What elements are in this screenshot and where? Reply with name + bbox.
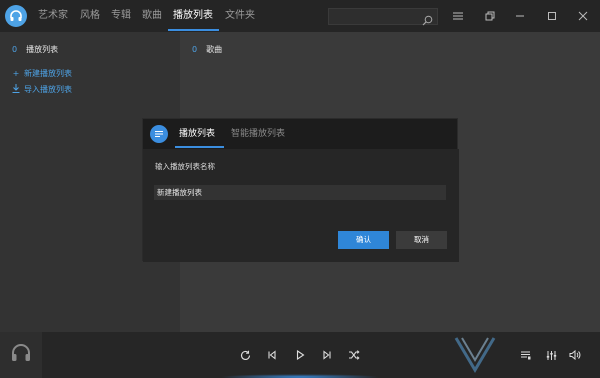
- songs-header: 0 歌曲: [192, 44, 222, 55]
- tab-folders[interactable]: 文件夹: [225, 0, 255, 32]
- queue-icon[interactable]: [517, 347, 533, 363]
- previous-icon[interactable]: [264, 347, 280, 363]
- app-logo-headphones-icon[interactable]: [5, 5, 27, 27]
- dialog-active-tab-indicator: [175, 146, 224, 148]
- songs-header-label: 歌曲: [206, 45, 223, 54]
- close-icon[interactable]: [575, 8, 591, 24]
- search-icon[interactable]: [422, 11, 433, 30]
- dialog-body: 输入播放列表名称 确认 取消: [143, 149, 459, 262]
- equalizer-icon[interactable]: [543, 347, 559, 363]
- playback-glow: [220, 374, 380, 378]
- watermark-logo: [454, 337, 496, 373]
- tab-genres[interactable]: 风格: [80, 0, 100, 32]
- new-playlist-button[interactable]: + 新建播放列表: [11, 68, 72, 79]
- minimize-icon[interactable]: [512, 8, 528, 24]
- active-tab-indicator: [168, 29, 219, 31]
- album-cover-placeholder: [0, 332, 42, 378]
- playlist-count: 0: [12, 45, 18, 54]
- next-icon[interactable]: [319, 347, 335, 363]
- tab-albums[interactable]: 专辑: [111, 0, 131, 32]
- hamburger-icon[interactable]: [450, 8, 466, 24]
- tab-artists[interactable]: 艺术家: [38, 0, 68, 32]
- confirm-button[interactable]: 确认: [338, 231, 389, 249]
- headphones-icon: [10, 342, 32, 368]
- playlist-header: 0 播放列表: [12, 44, 58, 55]
- player-bar: [0, 332, 600, 378]
- title-bar: 艺术家 风格 专辑 歌曲 播放列表 文件夹: [0, 0, 600, 32]
- cancel-button[interactable]: 取消: [396, 231, 447, 249]
- playlist-icon: [150, 125, 168, 143]
- dialog-header: 播放列表 智能播放列表: [143, 119, 459, 149]
- playlist-header-label: 播放列表: [26, 45, 59, 54]
- volume-icon[interactable]: [567, 347, 583, 363]
- restore-icon[interactable]: [482, 8, 498, 24]
- import-playlist-label: 导入播放列表: [24, 85, 72, 94]
- new-playlist-label: 新建播放列表: [24, 69, 72, 78]
- shuffle-icon[interactable]: [346, 347, 362, 363]
- play-icon[interactable]: [292, 347, 308, 363]
- dialog-tab-smart-playlist[interactable]: 智能播放列表: [231, 119, 285, 149]
- dialog-tab-playlist[interactable]: 播放列表: [179, 119, 215, 149]
- plus-icon: +: [12, 69, 20, 78]
- tab-playlists[interactable]: 播放列表: [173, 0, 213, 32]
- import-icon: [11, 84, 21, 95]
- import-playlist-button[interactable]: 导入播放列表: [11, 84, 72, 95]
- repeat-icon[interactable]: [237, 347, 253, 363]
- new-playlist-dialog: 播放列表 智能播放列表 输入播放列表名称 确认 取消: [142, 118, 459, 262]
- playlist-name-field[interactable]: [154, 185, 446, 200]
- playlist-name-prompt: 输入播放列表名称: [155, 162, 215, 171]
- tab-songs[interactable]: 歌曲: [142, 0, 162, 32]
- maximize-icon[interactable]: [544, 8, 560, 24]
- search-input[interactable]: [328, 8, 438, 26]
- song-count: 0: [192, 45, 198, 54]
